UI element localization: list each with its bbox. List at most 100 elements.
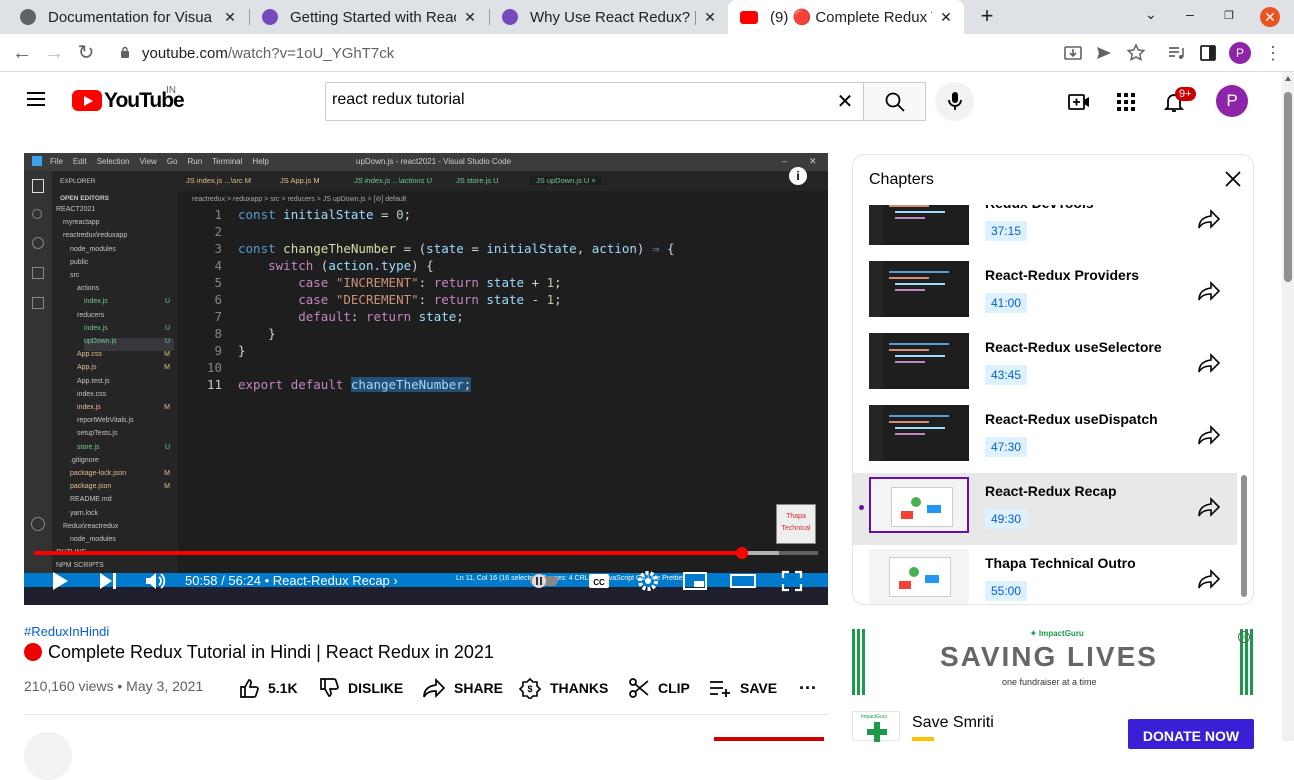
theater-mode-icon[interactable] bbox=[730, 569, 756, 593]
clip-button[interactable]: CLIP bbox=[628, 676, 690, 700]
forward-button[interactable]: → bbox=[43, 42, 65, 64]
channel-avatar[interactable] bbox=[24, 732, 72, 780]
ad-info-icon[interactable]: i bbox=[1238, 631, 1250, 643]
chevron-right-icon[interactable]: › bbox=[393, 573, 397, 588]
thanks-button[interactable]: $ THANKS bbox=[518, 676, 608, 700]
media-control-icon[interactable] bbox=[1166, 43, 1186, 63]
ad-campaign-name[interactable]: Save Smriti bbox=[912, 714, 994, 732]
explorer-item-label: yarn.lock bbox=[70, 509, 99, 517]
back-button[interactable]: ← bbox=[11, 42, 33, 64]
chapter-timestamp[interactable]: 55:00 bbox=[985, 581, 1028, 601]
chapter-item[interactable]: React-Redux useSelectore 43:45 bbox=[853, 329, 1237, 401]
play-icon[interactable] bbox=[50, 569, 70, 593]
chapter-item[interactable]: React-Redux Providers 41:00 bbox=[853, 257, 1237, 329]
chapter-thumbnail[interactable] bbox=[869, 549, 969, 604]
chapter-thumbnail[interactable] bbox=[869, 477, 969, 533]
tab-close-icon[interactable]: ✕ bbox=[222, 9, 238, 26]
current-chapter-label[interactable]: • React-Redux Recap bbox=[265, 573, 390, 588]
chapter-thumbnail[interactable] bbox=[869, 405, 969, 461]
account-avatar[interactable]: P bbox=[1216, 85, 1248, 117]
chapter-timestamp[interactable]: 43:45 bbox=[985, 365, 1028, 385]
chapter-timestamp[interactable]: 41:00 bbox=[985, 293, 1028, 313]
side-panel-icon[interactable] bbox=[1198, 43, 1218, 63]
chapter-thumbnail[interactable] bbox=[869, 261, 969, 317]
install-app-icon[interactable] bbox=[1063, 43, 1083, 63]
ad-banner[interactable]: ✦ ImpactGuru SAVING LIVES one fundraiser… bbox=[852, 629, 1254, 695]
autoplay-toggle-icon[interactable] bbox=[529, 569, 559, 593]
bookmark-star-icon[interactable] bbox=[1126, 43, 1146, 63]
share-icon[interactable] bbox=[1197, 351, 1221, 375]
chapter-item[interactable]: React-Redux useDispatch 47:30 bbox=[853, 401, 1237, 473]
share-button[interactable]: SHARE bbox=[422, 676, 503, 700]
chapter-item[interactable]: Redux DevTools 37:15 bbox=[853, 205, 1237, 257]
browser-profile-avatar[interactable]: P bbox=[1229, 42, 1251, 64]
settings-gear-icon[interactable] bbox=[636, 569, 660, 593]
info-icon[interactable]: i bbox=[789, 167, 807, 185]
new-tab-button[interactable]: + bbox=[976, 5, 998, 27]
scrollbar-thumb[interactable] bbox=[1284, 92, 1292, 282]
youtube-logo-icon[interactable] bbox=[72, 90, 102, 111]
chapter-thumbnail[interactable] bbox=[869, 333, 969, 389]
scroll-up-icon[interactable] bbox=[1285, 76, 1291, 81]
share-icon[interactable] bbox=[1197, 279, 1221, 303]
next-video-icon[interactable] bbox=[98, 569, 118, 593]
browser-menu-icon[interactable]: ⋮ bbox=[1262, 42, 1284, 64]
like-button[interactable]: 5.1K bbox=[238, 676, 298, 700]
create-video-icon[interactable] bbox=[1067, 90, 1091, 114]
address-bar[interactable]: youtube.com/watch?v=1oU_YGhT7ck bbox=[108, 38, 1158, 68]
chapter-item[interactable]: React-Redux Recap 49:30 bbox=[853, 473, 1237, 545]
hashtag-link[interactable]: #ReduxInHindi bbox=[24, 624, 109, 639]
reload-button[interactable]: ↻ bbox=[75, 42, 97, 64]
vscode-titlebar: File Edit Selection View Go Run Terminal… bbox=[24, 153, 828, 171]
tab-close-icon[interactable]: ✕ bbox=[702, 9, 718, 26]
clear-search-icon[interactable]: ✕ bbox=[834, 91, 856, 113]
more-actions-button[interactable]: ··· bbox=[799, 676, 817, 700]
search-button[interactable] bbox=[863, 82, 926, 121]
save-button[interactable]: SAVE bbox=[708, 676, 777, 700]
browser-tab[interactable]: Getting Started with Reac ✕ bbox=[250, 0, 488, 34]
browser-tab-active[interactable]: (9) 🔴 Complete Redux Tu ✕ bbox=[728, 0, 964, 34]
tab-close-icon[interactable]: ✕ bbox=[462, 9, 478, 26]
window-close-icon[interactable]: ✕ bbox=[1260, 7, 1280, 27]
voice-search-button[interactable] bbox=[935, 82, 974, 121]
ad-stripe-left bbox=[852, 629, 866, 695]
volume-icon[interactable] bbox=[144, 569, 166, 593]
search-input[interactable] bbox=[332, 91, 812, 109]
page-scrollbar[interactable] bbox=[1282, 72, 1294, 741]
vscode-menu: File Edit Selection View Go Run Terminal… bbox=[50, 157, 269, 166]
captions-icon[interactable]: CC bbox=[588, 569, 610, 593]
channel-watermark[interactable]: Thapa Technical bbox=[776, 504, 816, 544]
restore-icon[interactable]: ❐ bbox=[1224, 9, 1234, 22]
donate-button[interactable]: DONATE NOW bbox=[1128, 719, 1254, 749]
chapter-timestamp[interactable]: 47:30 bbox=[985, 437, 1028, 457]
subscribe-button[interactable] bbox=[714, 737, 824, 741]
globe-icon bbox=[20, 9, 36, 25]
chapter-item[interactable]: Thapa Technical Outro 55:00 bbox=[853, 545, 1237, 604]
search-box[interactable]: ✕ bbox=[325, 82, 864, 121]
share-icon[interactable] bbox=[1197, 207, 1221, 231]
send-icon[interactable] bbox=[1094, 43, 1114, 63]
share-icon[interactable] bbox=[1197, 495, 1221, 519]
minimize-icon[interactable]: – bbox=[1186, 6, 1194, 22]
dislike-button[interactable]: DISLIKE bbox=[318, 676, 403, 700]
chapters-scrollbar[interactable] bbox=[1241, 475, 1247, 597]
apps-grid-icon[interactable] bbox=[1114, 90, 1138, 114]
miniplayer-icon[interactable] bbox=[682, 569, 708, 593]
browser-tab[interactable]: Why Use React Redux? | Re ✕ bbox=[490, 0, 728, 34]
chapter-timestamp[interactable]: 49:30 bbox=[985, 509, 1028, 529]
browser-tab[interactable]: Documentation for Visua ✕ bbox=[8, 0, 248, 34]
share-icon[interactable] bbox=[1197, 423, 1221, 447]
tab-search-icon[interactable]: ⌄ bbox=[1145, 6, 1157, 23]
close-icon[interactable] bbox=[1221, 167, 1245, 191]
chapter-thumbnail[interactable] bbox=[869, 205, 969, 245]
video-progress-bar[interactable] bbox=[34, 547, 818, 559]
ad-logo[interactable]: ImpactGuru bbox=[852, 711, 900, 742]
tab-close-icon[interactable]: ✕ bbox=[938, 9, 954, 26]
line-number: 6 bbox=[214, 292, 222, 307]
hamburger-menu-icon[interactable] bbox=[27, 92, 45, 106]
share-icon[interactable] bbox=[1197, 567, 1221, 591]
fullscreen-icon[interactable] bbox=[780, 569, 804, 593]
scrubber-handle[interactable] bbox=[736, 547, 749, 559]
video-player[interactable]: File Edit Selection View Go Run Terminal… bbox=[24, 153, 828, 605]
chapter-timestamp[interactable]: 37:15 bbox=[985, 221, 1028, 241]
